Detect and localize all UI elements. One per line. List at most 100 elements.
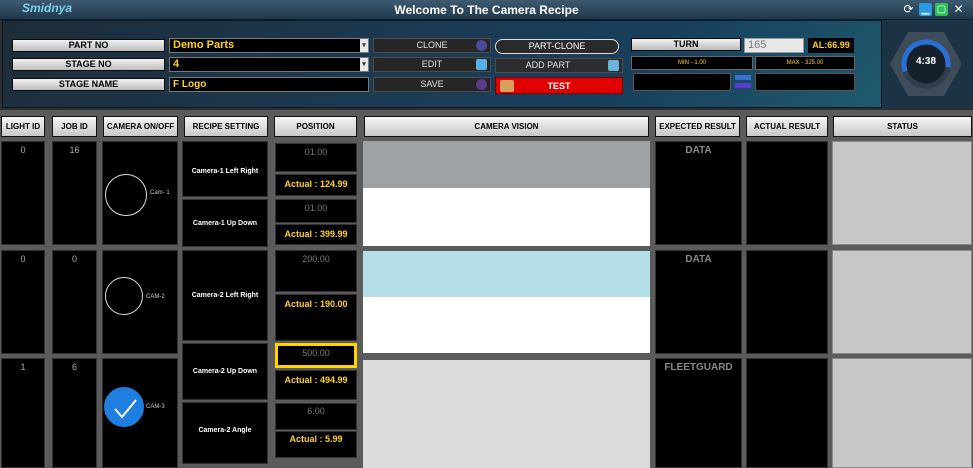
test-label: TEST: [547, 81, 571, 91]
position-target-input-focused[interactable]: 500.00: [275, 343, 357, 368]
recipe-name: Camera-2 Angle: [198, 427, 252, 434]
light-id-value: 0: [20, 254, 26, 264]
recipe-setting-cell: Camera-1 Left Right: [182, 141, 268, 197]
save-icon: [476, 79, 487, 90]
recipe-name: Camera-2 Left Right: [191, 292, 259, 299]
camera-label: Cam- 1: [150, 190, 170, 196]
refresh-icon[interactable]: ⟳: [902, 3, 915, 16]
job-id-value: 6: [71, 362, 77, 372]
header-actual-result: ACTUAL RESULT: [746, 116, 828, 137]
status-cell: [832, 358, 972, 468]
camera-vision-frame-3: [363, 360, 650, 468]
test-button[interactable]: TEST: [495, 77, 623, 94]
add-part-button[interactable]: ADD PART: [495, 58, 623, 73]
expected-value: DATA: [685, 254, 712, 265]
expected-value: FLEETGUARD: [664, 362, 733, 373]
timer-badge: 4:38: [890, 32, 962, 96]
recipe-setting-cell: Camera-2 Up Down: [182, 343, 268, 400]
chevron-down-icon[interactable]: ▾: [360, 58, 368, 71]
stage-name-label: STAGE NAME: [12, 78, 165, 91]
position-value: 01.00: [304, 147, 328, 157]
timer-panel: 4:38: [882, 20, 973, 108]
position-target-input[interactable]: 200.00: [275, 250, 357, 292]
edit-button[interactable]: EDIT: [373, 57, 491, 72]
camera-toggle-cell[interactable]: CAM-3: [102, 358, 178, 468]
light-id-cell: 0: [1, 250, 45, 354]
min-value: MIN - 1.00: [631, 56, 753, 70]
arrow-toggle[interactable]: [733, 73, 753, 91]
stage-name-value: F Logo: [173, 79, 207, 90]
camera-label: CAM-2: [146, 294, 165, 300]
stage-no-select[interactable]: 4 ▾: [169, 57, 369, 72]
actual-result-cell: [746, 358, 828, 468]
actual-value: Actual : 5.99: [289, 434, 343, 444]
job-id-cell: 16: [52, 141, 97, 245]
actual-value: Actual : 190.00: [284, 299, 348, 309]
camera-vision-frame-1-top: [363, 141, 650, 188]
clone-button[interactable]: CLONE: [373, 38, 491, 53]
light-id-value: 1: [20, 362, 26, 372]
header-camera-vision: CAMERA VISION: [364, 116, 649, 137]
clone-icon: [476, 40, 487, 51]
title-bar: Smidnya Welcome To The Camera Recipe ⟳ ▁…: [0, 0, 973, 20]
header-recipe-setting: RECIPE SETTING: [184, 116, 268, 137]
position-actual-cell: Actual : 5.99: [275, 431, 357, 458]
actual-result-cell: [746, 250, 828, 354]
camera-vision-frame-1: [363, 188, 650, 246]
recipe-setting-cell: Camera-2 Angle: [182, 402, 268, 464]
position-target-input[interactable]: 01.00: [275, 143, 357, 172]
stage-no-value: 4: [173, 58, 180, 70]
camera-toggle-off[interactable]: [105, 174, 147, 216]
position-actual-cell: Actual : 399.99: [275, 224, 357, 245]
position-target-input[interactable]: 6.00: [275, 403, 357, 430]
recipe-name: Camera-1 Left Right: [191, 168, 259, 175]
clone-label: CLONE: [416, 40, 448, 50]
position-value: 200.00: [302, 254, 330, 264]
status-cell: [832, 141, 972, 245]
recipe-name: Camera-2 Up Down: [192, 368, 258, 375]
recipe-setting-cell: Camera-2 Left Right: [182, 250, 268, 341]
light-id-value: 0: [20, 145, 26, 155]
al-value: AL:66.99: [808, 38, 854, 53]
save-button[interactable]: SAVE: [373, 77, 491, 92]
job-id-value: 16: [69, 145, 80, 155]
expected-result-cell: FLEETGUARD: [655, 358, 742, 468]
position-actual-cell: Actual : 494.99: [275, 370, 357, 400]
light-id-cell: 0: [1, 141, 45, 245]
window-title: Welcome To The Camera Recipe: [394, 3, 579, 17]
checkmark-icon: [114, 399, 137, 419]
part-no-label: PART NO: [12, 39, 165, 52]
readout-field-2: [755, 73, 855, 91]
part-clone-button[interactable]: PART-CLONE: [495, 39, 619, 54]
position-value: 6.00: [307, 406, 325, 416]
arrow-right-icon[interactable]: [735, 75, 751, 80]
add-part-icon: [608, 60, 619, 71]
expected-result-cell: DATA: [655, 141, 742, 245]
minimize-button[interactable]: ▁: [919, 3, 932, 16]
actual-value: Actual : 124.99: [284, 179, 348, 189]
expected-result-cell: DATA: [655, 250, 742, 354]
edit-label: EDIT: [421, 59, 443, 69]
camera-toggle-cell[interactable]: Cam- 1: [102, 141, 178, 245]
arrow-left-icon[interactable]: [735, 83, 751, 88]
part-no-select[interactable]: Demo Parts ▾: [169, 38, 369, 53]
timer-text: 4:38: [915, 56, 936, 67]
position-value: 01.00: [304, 203, 328, 213]
header-job-id: JOB ID: [52, 116, 97, 137]
close-button[interactable]: ✕: [952, 3, 965, 16]
stage-name-field[interactable]: F Logo: [169, 77, 369, 92]
part-no-value: Demo Parts: [173, 39, 235, 51]
camera-toggle-checked[interactable]: [104, 387, 144, 427]
turn-value-input[interactable]: 165: [744, 38, 804, 53]
actual-result-cell: [746, 141, 828, 245]
position-target-input[interactable]: 01.00: [275, 199, 357, 223]
turn-button[interactable]: TURN: [631, 38, 741, 51]
control-panel: PART NO STAGE NO STAGE NAME Demo Parts ▾…: [0, 20, 973, 110]
job-id-cell: 6: [52, 358, 97, 468]
camera-toggle-cell[interactable]: CAM-2: [102, 250, 178, 354]
maximize-button[interactable]: ▢: [935, 3, 948, 16]
camera-toggle-off[interactable]: [105, 277, 143, 315]
position-value: 500.00: [302, 348, 330, 358]
chevron-down-icon[interactable]: ▾: [360, 39, 368, 52]
readout-field: [633, 73, 731, 91]
